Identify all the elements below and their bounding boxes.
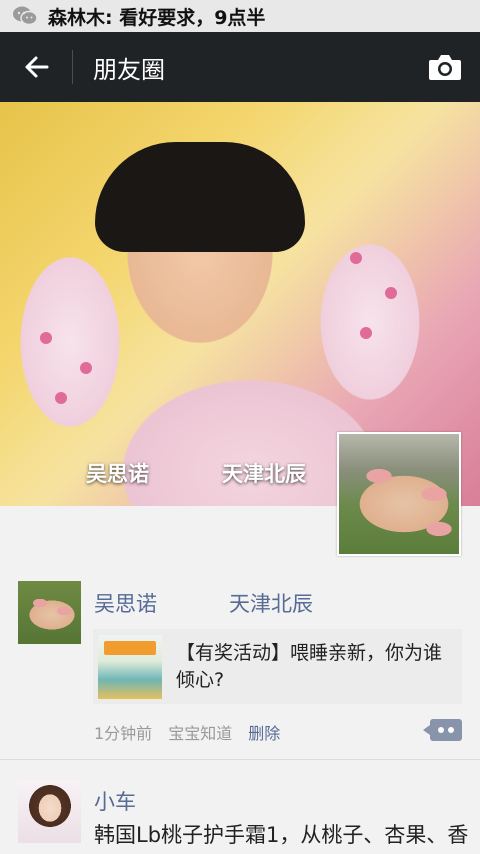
cover-name-left: 吴思诺: [86, 462, 149, 486]
link-title: 【有奖活动】喂睡亲新，你为谁倾心?: [176, 641, 443, 691]
cover-image-detail: [95, 142, 305, 252]
camera-button[interactable]: [410, 32, 480, 102]
feed-post: 小车 韩国Lb桃子护手霜1，从桃子、杏果、香草等绿色水果中提取保湿精华: [0, 760, 480, 854]
cover-image-detail: [55, 392, 67, 404]
header-divider: [72, 50, 73, 84]
post-text: 韩国Lb桃子护手霜1，从桃子、杏果、香草等绿色水果中提取保湿精华: [94, 823, 469, 854]
dot-icon: [438, 727, 444, 733]
link-thumbnail: [98, 634, 162, 699]
post-meta: 1分钟前 宝宝知道 删除: [94, 720, 280, 744]
wechat-icon: [12, 5, 38, 27]
arrow-left-icon: [25, 56, 49, 78]
back-button[interactable]: [0, 32, 72, 102]
thumbnail-tag: [104, 640, 156, 655]
moments-feed: 吴思诺 天津北辰 【有奖活动】喂睡亲新，你为谁倾心? 1分钟前 宝宝知道 删除 …: [0, 556, 480, 854]
cover-image-detail: [80, 362, 92, 374]
page-title: 朋友圈: [93, 55, 165, 84]
notification-text: 森林木: 看好要求，9点半: [48, 6, 266, 29]
cover-image-detail: [40, 332, 52, 344]
cover-image-detail: [385, 287, 397, 299]
cover-name-right: 天津北辰: [222, 462, 306, 486]
shared-link-card[interactable]: 【有奖活动】喂睡亲新，你为谁倾心?: [93, 629, 462, 704]
avatar[interactable]: [18, 581, 81, 644]
delete-button[interactable]: 删除: [248, 720, 280, 744]
header-bar: 朋友圈: [0, 32, 480, 102]
camera-icon: [429, 55, 461, 80]
post-source[interactable]: 宝宝知道: [168, 720, 232, 744]
status-bar: 森林木: 看好要求，9点半: [0, 0, 480, 32]
cover-image-detail: [350, 252, 362, 264]
avatar[interactable]: [18, 780, 81, 843]
profile-avatar[interactable]: [337, 432, 461, 556]
dot-icon: [448, 727, 454, 733]
post-author-location[interactable]: 天津北辰: [229, 588, 313, 618]
post-author-name[interactable]: 吴思诺: [94, 588, 157, 618]
cover-image-detail: [360, 327, 372, 339]
post-time: 1分钟前: [94, 724, 153, 743]
post-author-name[interactable]: 小车: [94, 786, 136, 816]
comment-button[interactable]: [423, 719, 462, 741]
feed-post: 吴思诺 天津北辰 【有奖活动】喂睡亲新，你为谁倾心? 1分钟前 宝宝知道 删除: [0, 556, 480, 760]
